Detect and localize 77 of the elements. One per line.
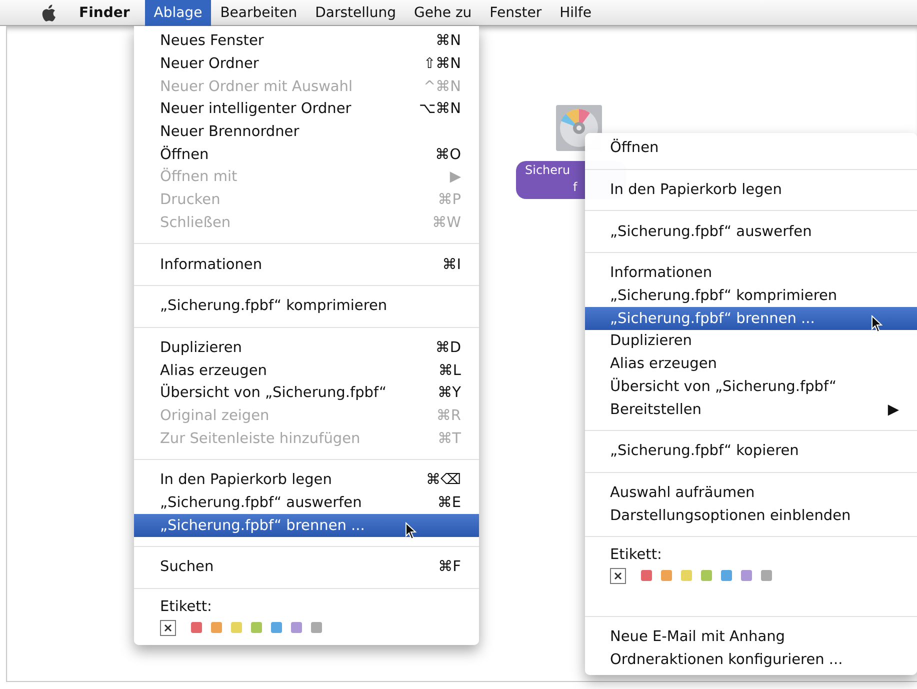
label-color-swatch[interactable] [291, 622, 302, 634]
menu-item[interactable]: „Sicherung.fpbf“ auswerfen ⌘E [134, 492, 479, 514]
file-name-label[interactable]: f [573, 180, 578, 194]
menu-item[interactable]: Auswahl aufräumen [585, 482, 917, 504]
menu-bar-item[interactable]: Fenster [480, 0, 551, 26]
menu-item[interactable]: Bereitstellen ▶ [585, 398, 917, 421]
menu-item[interactable]: Öffnen [585, 137, 917, 160]
label-color-swatch[interactable] [251, 622, 262, 634]
menu-item[interactable]: „Sicherung.fpbf“ komprimieren [134, 294, 479, 318]
menu-item[interactable]: Duplizieren [585, 330, 917, 353]
menu-item[interactable]: Darstellungsoptionen einblenden [585, 504, 917, 527]
shortcut-label: ⌘F [437, 559, 461, 576]
label-color-swatch[interactable] [311, 622, 322, 634]
menu-item[interactable]: „Sicherung.fpbf“ brennen ... [134, 514, 479, 538]
label-color-swatch[interactable] [231, 622, 242, 634]
shortcut-label: ⌘W [431, 214, 461, 231]
shortcut-label: ⌘O [434, 146, 461, 163]
shortcut-label: ▶ [886, 402, 899, 418]
menu-bar-item[interactable]: Darstellung [306, 0, 406, 26]
menu-item[interactable]: In den Papierkorb legen ⌘⌫ [134, 469, 479, 492]
label-color-swatch[interactable] [661, 570, 672, 582]
shortcut-label: ⌘E [436, 495, 461, 512]
menu-item[interactable]: In den Papierkorb legen [585, 178, 917, 202]
menu-item[interactable]: Duplizieren ⌘D [134, 336, 479, 360]
menu-bar-item[interactable]: Hilfe [550, 0, 600, 26]
menu-item[interactable]: Übersicht von „Sicherung.fpbf“ ⌘Y [134, 382, 479, 405]
menu-bar-item[interactable]: Ablage [144, 0, 212, 26]
menu-item[interactable]: Öffnen ⌘O [134, 143, 479, 166]
shortcut-label: ⌘L [437, 362, 461, 379]
menu-item[interactable]: Übersicht von „Sicherung.fpbf“ [585, 376, 917, 398]
shortcut-label: ⇧⌘N [424, 56, 461, 72]
menu-item[interactable]: Informationen ⌘I [134, 253, 479, 276]
menu-item[interactable]: Neues Fenster ⌘N [134, 30, 479, 53]
shortcut-label: ⌘P [436, 192, 461, 208]
apple-logo-icon[interactable] [40, 4, 56, 22]
no-label-icon[interactable] [160, 620, 176, 636]
label-color-swatch[interactable] [721, 570, 732, 582]
menu-item[interactable]: Neue E-Mail mit Anhang [585, 626, 917, 649]
label-color-swatch[interactable] [681, 570, 692, 582]
label-heading: Etikett: [160, 598, 213, 615]
menu-item[interactable]: Alias erzeugen [585, 352, 917, 376]
file-name-label[interactable]: Sicheru [525, 163, 570, 177]
menu-item[interactable]: „Sicherung.fpbf“ brennen ... [585, 307, 917, 330]
menu-item[interactable]: Neuer Ordner ⇧⌘N [134, 52, 479, 76]
pointer-icon [871, 315, 883, 334]
shortcut-label: ⌘⌫ [426, 472, 461, 488]
shortcut-label: ⌘R [435, 408, 461, 424]
menu-item[interactable]: „Sicherung.fpbf“ auswerfen [585, 220, 917, 244]
menu-item[interactable]: „Sicherung.fpbf“ kopieren [585, 440, 917, 463]
menu-bar-item[interactable]: Gehe zu [405, 0, 481, 26]
pointer-icon [405, 522, 417, 540]
shortcut-label: ⌥⌘N [418, 101, 461, 118]
menu-bar-item[interactable]: Finder [70, 0, 139, 26]
menu-item[interactable]: Alias erzeugen ⌘L [134, 359, 479, 382]
label-heading: Etikett: [610, 546, 663, 563]
menu-bar-item[interactable]: Bearbeiten [211, 0, 306, 26]
label-color-swatch[interactable] [641, 570, 652, 582]
menu-item[interactable]: Suchen ⌘F [134, 556, 479, 579]
shortcut-label: ⌘I [441, 256, 461, 273]
label-color-swatch[interactable] [271, 622, 282, 634]
shortcut-label: ⌘Y [436, 385, 461, 402]
menu-item[interactable]: „Sicherung.fpbf“ komprimieren [585, 284, 917, 308]
shortcut-label: ^⌘N [424, 78, 461, 95]
label-color-swatch[interactable] [741, 570, 752, 582]
label-color-swatch[interactable] [191, 622, 202, 634]
shortcut-label: ⌘N [434, 33, 461, 50]
shortcut-label: ⌘T [436, 430, 461, 447]
menu-item[interactable]: Neuer Brennordner [134, 120, 479, 144]
label-color-swatch[interactable] [701, 570, 712, 582]
menu-item[interactable]: Informationen [585, 262, 917, 285]
shortcut-label: ▶ [448, 169, 461, 186]
menu-item[interactable]: Neuer intelligenter Ordner ⌥⌘N [134, 98, 479, 121]
menu-item[interactable]: Ordneraktionen konfigurieren ... [585, 648, 917, 672]
label-color-swatch[interactable] [211, 622, 222, 634]
shortcut-label: ⌘D [434, 340, 461, 356]
label-color-swatch[interactable] [761, 570, 772, 582]
no-label-icon[interactable] [610, 568, 626, 584]
